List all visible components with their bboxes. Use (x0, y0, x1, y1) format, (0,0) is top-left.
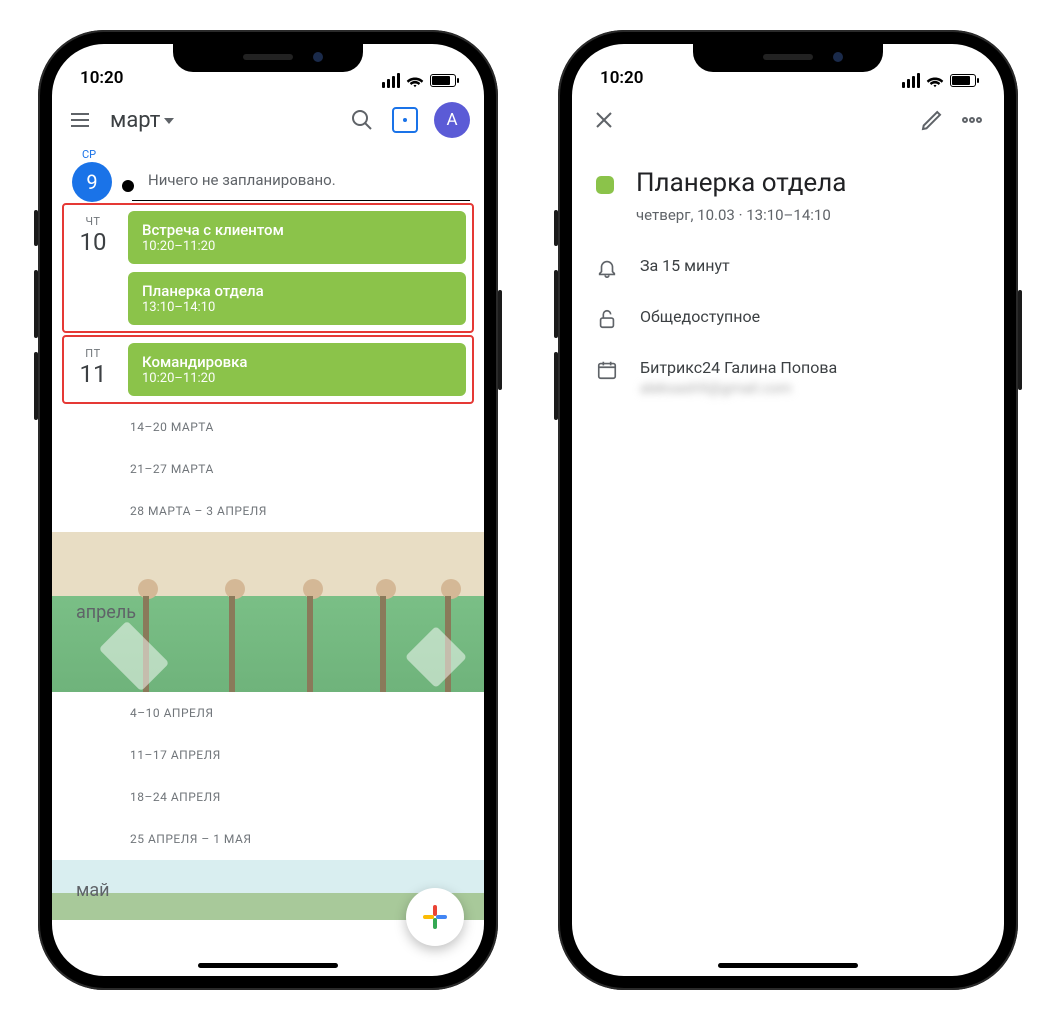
status-time: 10:20 (600, 68, 643, 88)
event-detail-body: Планерка отдела четверг, 10.03 · 13:10–1… (572, 148, 1004, 419)
day-block: ЧТ 10 Встреча с клиентом 10:20–11:20 Пла… (62, 203, 474, 333)
week-header[interactable]: 11–17 АПРЕЛЯ (52, 734, 484, 776)
week-header[interactable]: 25 АПРЕЛЯ – 1 МАЯ (52, 818, 484, 860)
day-head[interactable]: ПТ 11 (70, 343, 116, 396)
avatar-initial: А (446, 110, 457, 130)
event-time: 10:20–11:20 (142, 239, 452, 254)
account-avatar[interactable]: А (434, 102, 470, 138)
day-dow: ЧТ (70, 215, 116, 228)
app-header: март А (52, 92, 484, 148)
month-banner-label: апрель (76, 602, 136, 623)
event-time: 10:20–11:20 (142, 371, 452, 386)
month-selector[interactable]: март (110, 108, 174, 133)
screen-right: 10:20 Планерка отдела че (572, 44, 1004, 976)
today-button[interactable] (392, 107, 418, 133)
calendar-icon (596, 359, 618, 381)
battery-icon (430, 74, 456, 87)
month-banner-label: май (76, 880, 110, 901)
week-header[interactable]: 21–27 МАРТА (52, 448, 484, 490)
reminder-text: За 15 минут (640, 256, 730, 275)
week-header[interactable]: 14–20 МАРТА (52, 406, 484, 448)
plus-icon (423, 905, 447, 929)
visibility-row[interactable]: Общедоступное (572, 293, 1004, 344)
screen-left: 10:20 март А (52, 44, 484, 976)
search-icon[interactable] (348, 106, 376, 134)
home-indicator[interactable] (718, 963, 858, 968)
day-dow: ПТ (70, 347, 116, 360)
event-color-chip (596, 176, 614, 194)
visibility-text: Общедоступное (640, 307, 760, 326)
week-header[interactable]: 28 МАРТА – 3 АПРЕЛЯ (52, 490, 484, 532)
create-event-fab[interactable] (406, 888, 464, 946)
phone-frame-left: 10:20 март А (38, 30, 498, 990)
event-title: Планерка отдела (142, 282, 452, 300)
calendar-row[interactable]: Битрикс24 Галина Попова aleksash9@gmail.… (572, 344, 1004, 411)
day-num: 11 (70, 360, 116, 388)
event-title: Планерка отдела (636, 168, 846, 198)
month-banner-april: апрель (52, 532, 484, 692)
day-head[interactable]: ЧТ 10 (70, 211, 116, 325)
bell-icon (596, 257, 618, 279)
day-num: 10 (70, 228, 116, 256)
event-card[interactable]: Командировка 10:20–11:20 (128, 343, 466, 396)
cellular-icon (382, 73, 400, 88)
status-icons (902, 73, 976, 88)
wifi-icon (926, 74, 944, 88)
edit-icon[interactable] (918, 106, 946, 134)
reminder-row[interactable]: За 15 минут (572, 242, 1004, 293)
lock-open-icon (596, 308, 618, 330)
week-header[interactable]: 4–10 АПРЕЛЯ (52, 692, 484, 734)
day-block: ПТ 11 Командировка 10:20–11:20 (62, 335, 474, 404)
event-title: Встреча с клиентом (142, 221, 452, 239)
home-indicator[interactable] (198, 963, 338, 968)
calendar-name: Битрикс24 Галина Попова (640, 358, 837, 377)
wifi-icon (406, 74, 424, 88)
close-icon[interactable] (590, 106, 618, 134)
event-title: Командировка (142, 353, 452, 371)
calendar-email: aleksash9@gmail.com (640, 379, 837, 397)
agenda-list[interactable]: СР 9 Ничего не запланировано. ЧТ 10 Встр… (52, 148, 484, 976)
cellular-icon (902, 73, 920, 88)
status-time: 10:20 (80, 68, 123, 88)
more-icon[interactable] (958, 106, 986, 134)
week-header[interactable]: 18–24 АПРЕЛЯ (52, 776, 484, 818)
month-label-text: март (110, 108, 160, 133)
status-icons (382, 73, 456, 88)
event-time: 13:10–14:10 (142, 300, 452, 315)
now-indicator-dot (122, 180, 134, 192)
event-card[interactable]: Планерка отдела 13:10–14:10 (128, 272, 466, 325)
event-card[interactable]: Встреча с клиентом 10:20–11:20 (128, 211, 466, 264)
battery-icon (950, 74, 976, 87)
today-empty-text: Ничего не запланировано. (148, 171, 472, 189)
menu-icon[interactable] (66, 106, 94, 134)
event-datetime: четверг, 10.03 · 13:10–14:10 (572, 202, 1004, 242)
today-date-circle[interactable]: 9 (72, 162, 112, 202)
chevron-down-icon (164, 118, 174, 124)
today-dow: СР (82, 148, 96, 161)
event-detail-header (572, 92, 1004, 148)
today-row[interactable]: СР 9 Ничего не запланировано. (52, 148, 484, 210)
phone-frame-right: 10:20 Планерка отдела че (558, 30, 1018, 990)
